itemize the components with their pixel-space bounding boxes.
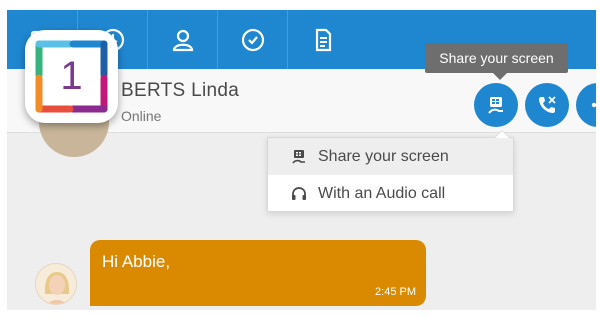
share-screen-menu: Share your screen With an Audio call (267, 130, 514, 212)
call-button[interactable] (525, 83, 569, 127)
step-number-badge: 1 (25, 30, 118, 123)
check-circle-icon (241, 28, 264, 51)
document-icon (315, 28, 331, 51)
share-screen-tooltip: Share your screen (425, 43, 568, 80)
share-screen-button[interactable] (474, 83, 518, 127)
badge-number: 1 (60, 54, 83, 98)
contact-name: BERTS Linda (121, 80, 240, 101)
phone-icon (539, 96, 556, 113)
sender-avatar (35, 263, 77, 305)
contact-status: Online (121, 108, 162, 124)
menu-item-share-screen[interactable]: Share your screen (268, 138, 513, 175)
tab-presence[interactable] (217, 10, 287, 69)
menu-item-label: Share your screen (318, 147, 449, 165)
sender-avatar-image (36, 264, 76, 304)
screen-share-icon (292, 149, 305, 164)
tab-contacts[interactable] (147, 10, 217, 69)
headphones-icon (292, 186, 306, 200)
app-window: BERTS Linda Online Share your screen Sha… (7, 10, 596, 310)
tab-files[interactable] (287, 10, 357, 69)
more-icon (591, 102, 596, 108)
screen-share-icon (488, 97, 503, 114)
message-bubble: Hi Abbie, 2:45 PM (90, 240, 426, 306)
message-text: Hi Abbie, (102, 252, 171, 271)
menu-item-label: With an Audio call (318, 184, 446, 202)
message-timestamp: 2:45 PM (375, 286, 416, 298)
menu-item-audio-call[interactable]: With an Audio call (268, 175, 513, 212)
user-icon (172, 29, 193, 51)
